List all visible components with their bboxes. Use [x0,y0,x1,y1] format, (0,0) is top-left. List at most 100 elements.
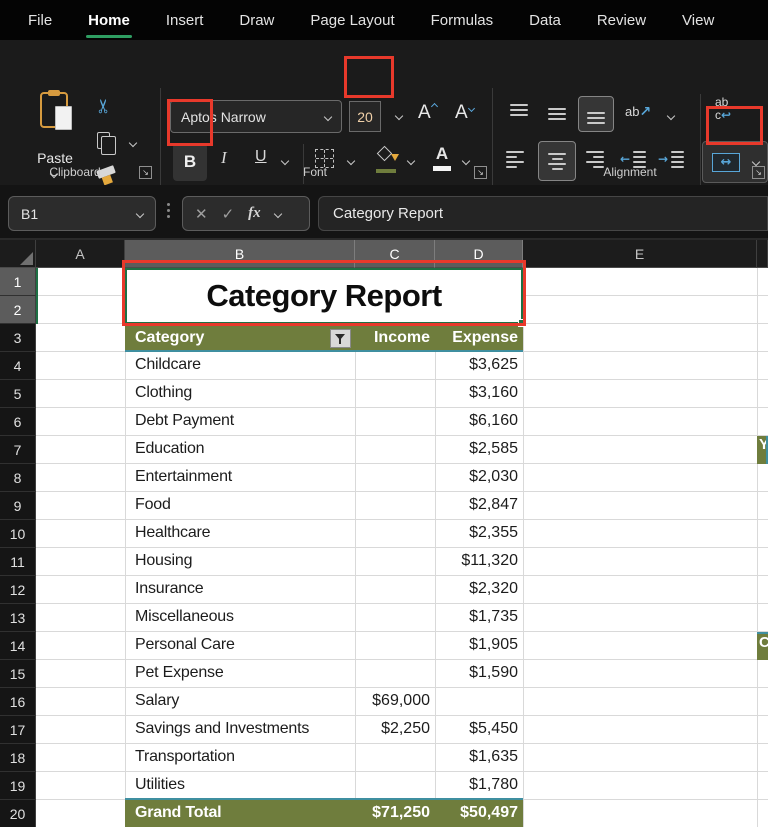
formula-bar-handle-icon[interactable] [167,203,170,218]
font-size-combobox[interactable]: 20 [349,101,381,132]
center-align-button[interactable] [538,141,576,181]
column-header-E[interactable]: E [523,240,757,268]
merge-dropdown-icon[interactable] [751,157,761,167]
filter-button[interactable] [330,329,351,348]
table-row[interactable]: Personal Care $1,905 [125,632,523,660]
group-divider [492,88,493,200]
table-row[interactable]: Transportation $1,635 [125,744,523,772]
middle-align-icon[interactable] [548,104,566,124]
row-header-8[interactable]: 8 [0,464,36,492]
table-row[interactable]: Clothing $3,160 [125,380,523,408]
paste-clipboard-icon[interactable] [40,90,72,130]
font-color-dropdown-icon[interactable] [461,156,471,166]
row-header-6[interactable]: 6 [0,408,36,436]
column-header-f[interactable] [757,240,768,268]
table-row[interactable]: Savings and Investments $2,250 $5,450 [125,716,523,744]
table-row[interactable]: Salary $69,000 [125,688,523,716]
header-income: Income [373,329,430,346]
table-row[interactable]: Insurance $2,320 [125,576,523,604]
formula-bar: B1 ✕ ✓ fx Category Report [0,185,768,240]
table-row[interactable]: Utilities $1,780 [125,772,523,800]
formula-input[interactable]: Category Report [318,196,768,231]
clipboard-dialog-launcher-icon[interactable]: ↘ [139,166,152,179]
font-color-icon[interactable]: A [432,144,452,171]
table-row[interactable]: Housing $11,320 [125,548,523,576]
menu-tab-review[interactable]: Review [597,12,646,29]
grow-font-button[interactable]: A [418,102,439,124]
borders-dropdown-icon[interactable] [346,156,356,166]
menu-tab-page-layout[interactable]: Page Layout [310,12,394,29]
grand-total-row[interactable]: Grand Total $71,250 $50,497 [125,800,523,827]
menu-tab-view[interactable]: View [682,12,714,29]
row-header-20[interactable]: 20 [0,800,36,827]
top-align-icon[interactable] [510,104,528,124]
table-row[interactable]: Miscellaneous $1,735 [125,604,523,632]
cells-area[interactable]: Category Report Category Income Expense … [36,268,768,827]
copy-dropdown-icon[interactable] [128,138,138,148]
row-header-14[interactable]: 14 [0,632,36,660]
cell-expense: $3,625 [469,356,518,373]
name-box[interactable]: B1 [8,196,156,231]
fill-color-dropdown-icon[interactable] [406,156,416,166]
row-header-18[interactable]: 18 [0,744,36,772]
orientation-icon[interactable]: ab↗ [625,104,651,120]
table-row[interactable]: Entertainment $2,030 [125,464,523,492]
enter-icon[interactable]: ✓ [222,205,235,223]
row-header-4[interactable]: 4 [0,352,36,380]
paste-button[interactable]: Paste [28,150,82,166]
fill-color-icon[interactable] [375,145,399,173]
cell-expense: $5,450 [469,720,518,737]
table-row[interactable]: Debt Payment $6,160 [125,408,523,436]
table-row[interactable]: Food $2,847 [125,492,523,520]
menu-tab-data[interactable]: Data [529,12,561,29]
row-header-17[interactable]: 17 [0,716,36,744]
cell-category: Clothing [135,384,193,401]
align-left-icon[interactable] [506,150,524,168]
table-row[interactable]: Education $2,585 [125,436,523,464]
menu-tab-file[interactable]: File [28,12,52,29]
chevron-down-icon[interactable] [273,209,282,218]
shrink-font-button[interactable]: A [455,102,476,124]
font-dialog-launcher-icon[interactable]: ↘ [474,166,487,179]
cut-icon[interactable]: ✂ [93,98,115,114]
row-header-9[interactable]: 9 [0,492,36,520]
row-header-16[interactable]: 16 [0,688,36,716]
cell-expense: $1,735 [469,608,518,625]
alignment-dialog-launcher-icon[interactable]: ↘ [752,166,765,179]
table-row[interactable]: Pet Expense $1,590 [125,660,523,688]
cancel-icon[interactable]: ✕ [195,205,208,223]
highlight-font-size [344,56,394,98]
insert-function-icon[interactable]: fx [248,205,261,222]
underline-dropdown-icon[interactable] [280,156,290,166]
row-header-10[interactable]: 10 [0,520,36,548]
table-row[interactable]: Healthcare $2,355 [125,520,523,548]
menu-tab-draw[interactable]: Draw [239,12,274,29]
table-header-row[interactable]: Category Income Expense [125,324,523,352]
paste-page-icon [55,106,72,130]
row-header-12[interactable]: 12 [0,576,36,604]
row-header-15[interactable]: 15 [0,660,36,688]
menu-tab-home[interactable]: Home [86,12,132,38]
italic-button[interactable]: I [221,148,227,168]
table-row[interactable]: Childcare $3,625 [125,352,523,380]
row-header-3[interactable]: 3 [0,324,36,352]
font-size-dropdown-icon[interactable] [394,111,404,121]
underline-button[interactable]: U [255,148,267,166]
row-header-13[interactable]: 13 [0,604,36,632]
menu-tab-insert[interactable]: Insert [166,12,204,29]
table-total-border [125,798,523,800]
menu-tab-formulas[interactable]: Formulas [431,12,494,29]
select-all-corner[interactable] [0,240,36,268]
bottom-align-button[interactable] [578,96,614,132]
copy-icon[interactable] [97,132,116,155]
row-header-5[interactable]: 5 [0,380,36,408]
bold-button[interactable]: B [173,143,207,181]
row-header-7[interactable]: 7 [0,436,36,464]
excel-window: File Home Insert Draw Page Layout Formulas Dat… [0,0,768,827]
row-header-2[interactable]: 2 [0,296,36,324]
row-header-1[interactable]: 1 [0,268,36,296]
row-header-19[interactable]: 19 [0,772,36,800]
orientation-dropdown-icon[interactable] [666,111,676,121]
column-header-A[interactable]: A [36,240,125,268]
row-header-11[interactable]: 11 [0,548,36,576]
